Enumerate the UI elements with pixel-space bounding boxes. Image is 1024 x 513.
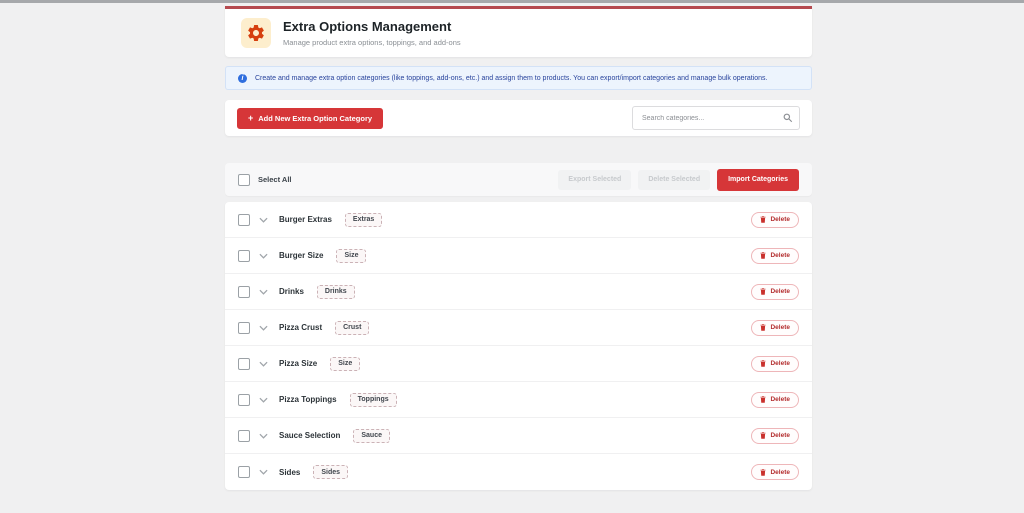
gear-icon <box>241 18 271 48</box>
chevron-down-icon[interactable] <box>259 325 268 331</box>
chevron-down-icon[interactable] <box>259 433 268 439</box>
select-all-group: Select All <box>238 173 292 186</box>
page-title: Extra Options Management <box>283 19 452 35</box>
delete-button[interactable]: Delete <box>751 211 799 228</box>
trash-icon <box>760 252 766 259</box>
category-name: Burger Extras <box>279 215 332 224</box>
delete-selected-button[interactable]: Delete Selected <box>638 169 711 190</box>
delete-button[interactable]: Delete <box>751 283 799 300</box>
trash-icon <box>760 360 766 367</box>
chevron-down-icon[interactable] <box>259 469 268 475</box>
row-checkbox[interactable] <box>238 249 250 262</box>
category-row: Pizza Size Size Delete <box>225 346 812 382</box>
category-badge: Crust <box>335 320 370 335</box>
trash-icon <box>760 324 766 331</box>
delete-button[interactable]: Delete <box>751 427 799 444</box>
delete-button-label: Delete <box>770 216 790 223</box>
row-checkbox[interactable] <box>238 321 250 334</box>
row-checkbox[interactable] <box>238 429 250 442</box>
delete-button-label: Delete <box>770 360 790 367</box>
category-row: Drinks Drinks Delete <box>225 274 812 310</box>
category-name: Drinks <box>279 287 304 296</box>
toolbar-buttons: Export Selected Delete Selected Import C… <box>558 168 799 191</box>
add-category-button[interactable]: + Add New Extra Option Category <box>237 107 384 129</box>
delete-button[interactable]: Delete <box>751 355 799 372</box>
delete-button-label: Delete <box>770 468 790 476</box>
delete-button-label: Delete <box>770 396 790 403</box>
trash-icon <box>760 288 766 295</box>
delete-button[interactable]: Delete <box>751 391 799 408</box>
chevron-down-icon[interactable] <box>259 289 268 295</box>
import-categories-button[interactable]: Import Categories <box>717 168 799 191</box>
category-badge: Drinks <box>316 284 355 299</box>
trash-icon <box>760 396 766 403</box>
category-badge: Size <box>336 248 367 263</box>
select-all-label: Select All <box>258 175 292 184</box>
category-name: Pizza Size <box>279 359 318 368</box>
delete-button-label: Delete <box>770 324 790 331</box>
trash-icon <box>760 432 766 439</box>
category-row: Pizza Toppings Toppings Delete <box>225 382 812 418</box>
category-list: Burger Extras Extras Delete Burger Size … <box>225 202 812 490</box>
row-checkbox[interactable] <box>238 285 250 298</box>
info-banner-text: Create and manage extra option categorie… <box>255 74 768 82</box>
header-text-block: Extra Options Management Manage product … <box>283 19 461 47</box>
category-name: Sides <box>279 467 301 477</box>
category-badge: Sides <box>313 465 349 479</box>
magnifier-icon <box>783 113 793 123</box>
search-box <box>632 106 800 130</box>
select-all-checkbox[interactable] <box>238 173 250 186</box>
export-selected-button[interactable]: Export Selected <box>558 169 632 190</box>
delete-button[interactable]: Delete <box>751 247 799 264</box>
search-input[interactable] <box>632 106 800 130</box>
plus-icon: + <box>248 112 254 123</box>
category-badge: Sauce <box>353 428 390 443</box>
category-badge: Size <box>330 356 361 371</box>
category-row: Burger Extras Extras Delete <box>225 202 812 238</box>
bulk-actions-toolbar: Select All Export Selected Delete Select… <box>225 163 812 196</box>
trash-icon <box>760 216 766 223</box>
category-badge: Toppings <box>349 392 397 407</box>
row-checkbox[interactable] <box>238 213 250 226</box>
info-banner: i Create and manage extra option categor… <box>225 66 812 90</box>
category-row: Sauce Selection Sauce Delete <box>225 418 812 454</box>
delete-button-label: Delete <box>770 432 790 439</box>
delete-button[interactable]: Delete <box>751 319 799 336</box>
row-checkbox[interactable] <box>238 466 250 478</box>
page-content: Extra Options Management Manage product … <box>225 3 812 490</box>
category-name: Burger Size <box>279 251 324 260</box>
category-name: Pizza Crust <box>279 323 323 332</box>
category-row: Pizza Crust Crust Delete <box>225 310 812 346</box>
info-icon: i <box>238 73 247 83</box>
delete-button-label: Delete <box>770 288 790 295</box>
chevron-down-icon[interactable] <box>259 217 268 223</box>
delete-button[interactable]: Delete <box>751 464 799 480</box>
category-name: Sauce Selection <box>279 431 341 440</box>
delete-button-label: Delete <box>770 252 790 259</box>
actions-card: + Add New Extra Option Category <box>225 100 812 136</box>
add-category-button-label: Add New Extra Option Category <box>258 113 373 123</box>
category-row: Sides Sides Delete <box>225 454 812 490</box>
chevron-down-icon[interactable] <box>259 361 268 367</box>
category-name: Pizza Toppings <box>279 395 337 404</box>
page-subtitle: Manage product extra options, toppings, … <box>283 37 461 47</box>
row-checkbox[interactable] <box>238 393 250 406</box>
row-checkbox[interactable] <box>238 357 250 370</box>
category-row: Burger Size Size Delete <box>225 238 812 274</box>
page-header: Extra Options Management Manage product … <box>225 6 812 57</box>
chevron-down-icon[interactable] <box>259 397 268 403</box>
category-badge: Extras <box>344 212 383 227</box>
chevron-down-icon[interactable] <box>259 253 268 259</box>
trash-icon <box>760 468 766 476</box>
